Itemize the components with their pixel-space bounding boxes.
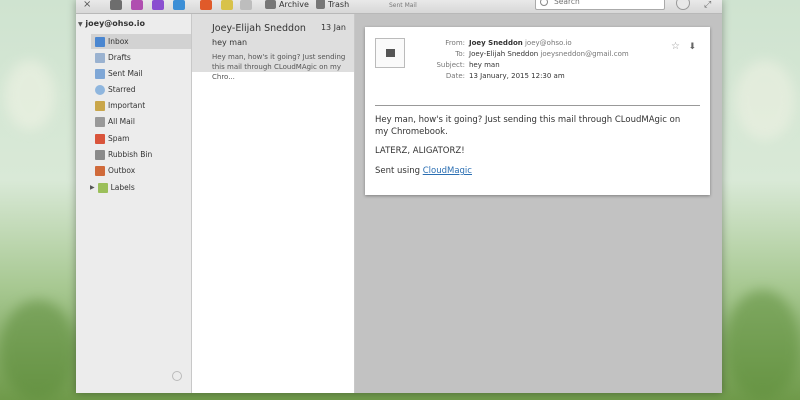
sidebar-item-label: Outbox bbox=[108, 166, 136, 175]
account-row[interactable]: ▼ joey@ohso.io bbox=[78, 19, 145, 28]
spam-icon bbox=[95, 133, 105, 144]
sidebar-item-important[interactable]: Important bbox=[95, 98, 190, 113]
avatar bbox=[375, 38, 405, 68]
message-subject: hey man bbox=[212, 38, 248, 47]
search-icon bbox=[540, 0, 548, 6]
message-date: 13 Jan bbox=[320, 23, 346, 32]
forward-icon[interactable] bbox=[173, 0, 185, 10]
label-icon[interactable] bbox=[221, 0, 233, 10]
maximize-icon[interactable]: ⤢ bbox=[704, 0, 711, 10]
sent-mail-icon bbox=[95, 68, 105, 79]
trash-button[interactable]: Trash bbox=[316, 0, 349, 11]
from-label: From: bbox=[445, 39, 465, 47]
to-value: Joey-Elijah Sneddon joeysneddon@gmail.co… bbox=[469, 50, 629, 58]
account-email: joey@ohso.io bbox=[85, 19, 146, 28]
archive-icon bbox=[265, 0, 276, 9]
reply-all-icon[interactable] bbox=[152, 0, 164, 10]
to-name: Joey-Elijah Sneddon bbox=[469, 50, 539, 58]
current-folder-title: Sent Mail bbox=[389, 2, 417, 9]
message-list: Joey-Elijah Sneddon 13 Jan hey man Hey m… bbox=[192, 14, 355, 393]
sidebar-item-label: Sent Mail bbox=[108, 69, 143, 78]
trash-icon bbox=[316, 0, 325, 9]
from-value: Joey Sneddon joey@ohso.io bbox=[469, 39, 572, 47]
important-icon bbox=[95, 100, 105, 111]
sidebar-item-label: Starred bbox=[108, 85, 136, 94]
message-preview: Hey man, how's it going? Just sending th… bbox=[212, 53, 346, 81]
cloudmagic-link[interactable]: CloudMagic bbox=[423, 166, 472, 176]
flag-icon[interactable] bbox=[200, 0, 212, 10]
subject-value: hey man bbox=[469, 61, 500, 69]
sidebar-item-label: Drafts bbox=[108, 53, 131, 62]
sidebar-item-label: Important bbox=[108, 101, 146, 110]
trash-icon bbox=[95, 149, 105, 160]
signature-prefix: Sent using bbox=[375, 166, 423, 176]
sidebar-item-outbox[interactable]: Outbox bbox=[95, 163, 190, 178]
drafts-icon bbox=[95, 52, 105, 63]
sidebar-item-label: Labels bbox=[110, 183, 135, 192]
search-input[interactable] bbox=[554, 0, 659, 7]
sidebar-settings-icon[interactable] bbox=[172, 371, 182, 381]
list-item[interactable]: Joey-Elijah Sneddon 13 Jan hey man Hey m… bbox=[192, 14, 354, 81]
signature: Sent using CloudMagic bbox=[375, 165, 695, 177]
wallpaper-blob bbox=[725, 290, 800, 400]
body-paragraph: LATERZ, ALIGATORZ! bbox=[375, 146, 465, 156]
search-box[interactable] bbox=[535, 0, 665, 10]
all-mail-icon bbox=[95, 116, 105, 127]
compose-icon[interactable] bbox=[110, 0, 122, 10]
star-icon bbox=[95, 84, 105, 95]
sidebar-item-label: All Mail bbox=[108, 117, 135, 126]
labels-icon bbox=[97, 182, 108, 193]
reading-pane: From: Joey Sneddon joey@ohso.io To: Joey… bbox=[355, 14, 722, 393]
subject-label: Subject: bbox=[436, 61, 465, 69]
sidebar-item-rubbish-bin[interactable]: Rubbish Bin bbox=[95, 147, 190, 162]
from-email: joey@ohso.io bbox=[524, 39, 572, 47]
date-label: Date: bbox=[445, 72, 465, 80]
reply-icon[interactable] bbox=[131, 0, 143, 10]
mail-window: × Archive Trash Sent Mail ⤢ ▼ joey@ohso.… bbox=[76, 0, 722, 393]
body-paragraph: Hey man, how's it going? Just sending th… bbox=[375, 115, 681, 137]
collapse-arrow-icon[interactable]: ▼ bbox=[78, 21, 83, 28]
outbox-icon bbox=[95, 165, 105, 176]
archive-label: Archive bbox=[279, 0, 309, 9]
wallpaper-blob bbox=[0, 300, 76, 400]
inbox-icon bbox=[95, 36, 105, 47]
to-label: To: bbox=[455, 50, 465, 58]
trash-label: Trash bbox=[328, 0, 350, 9]
toolbar: × Archive Trash Sent Mail ⤢ bbox=[76, 0, 722, 14]
expand-arrow-icon[interactable]: ▶ bbox=[90, 184, 95, 191]
archive-button[interactable]: Archive bbox=[265, 0, 309, 11]
sidebar-item-drafts[interactable]: Drafts bbox=[95, 50, 190, 65]
date-value: 13 January, 2015 12:30 am bbox=[469, 72, 565, 80]
download-arrow-icon[interactable]: ⬇ bbox=[688, 42, 696, 52]
message-sender: Joey-Elijah Sneddon bbox=[212, 23, 306, 34]
wallpaper-blob bbox=[5, 60, 55, 130]
sidebar-item-label: Spam bbox=[108, 134, 130, 143]
mark-read-icon[interactable] bbox=[240, 0, 252, 10]
header-divider bbox=[375, 105, 700, 106]
sidebar-item-label: Rubbish Bin bbox=[108, 150, 153, 159]
gear-icon[interactable] bbox=[676, 0, 690, 10]
sidebar-item-inbox[interactable]: Inbox bbox=[91, 34, 191, 49]
sidebar-item-label: Inbox bbox=[108, 37, 129, 46]
to-email: joeysneddon@gmail.com bbox=[540, 50, 629, 58]
folder-sidebar: ▼ joey@ohso.io Inbox Drafts Sent Mail St… bbox=[76, 14, 192, 393]
sidebar-item-starred[interactable]: Starred bbox=[95, 82, 190, 97]
wallpaper-blob bbox=[735, 60, 795, 140]
close-window-button[interactable]: × bbox=[83, 0, 91, 11]
sidebar-item-sent[interactable]: Sent Mail bbox=[95, 66, 190, 81]
sidebar-item-all-mail[interactable]: All Mail bbox=[95, 114, 190, 129]
star-icon[interactable]: ☆ bbox=[671, 41, 680, 52]
from-name: Joey Sneddon bbox=[469, 39, 523, 47]
email-card: From: Joey Sneddon joey@ohso.io To: Joey… bbox=[365, 27, 710, 195]
sidebar-item-spam[interactable]: Spam bbox=[95, 131, 190, 146]
sidebar-item-labels[interactable]: ▶ Labels bbox=[90, 180, 185, 195]
